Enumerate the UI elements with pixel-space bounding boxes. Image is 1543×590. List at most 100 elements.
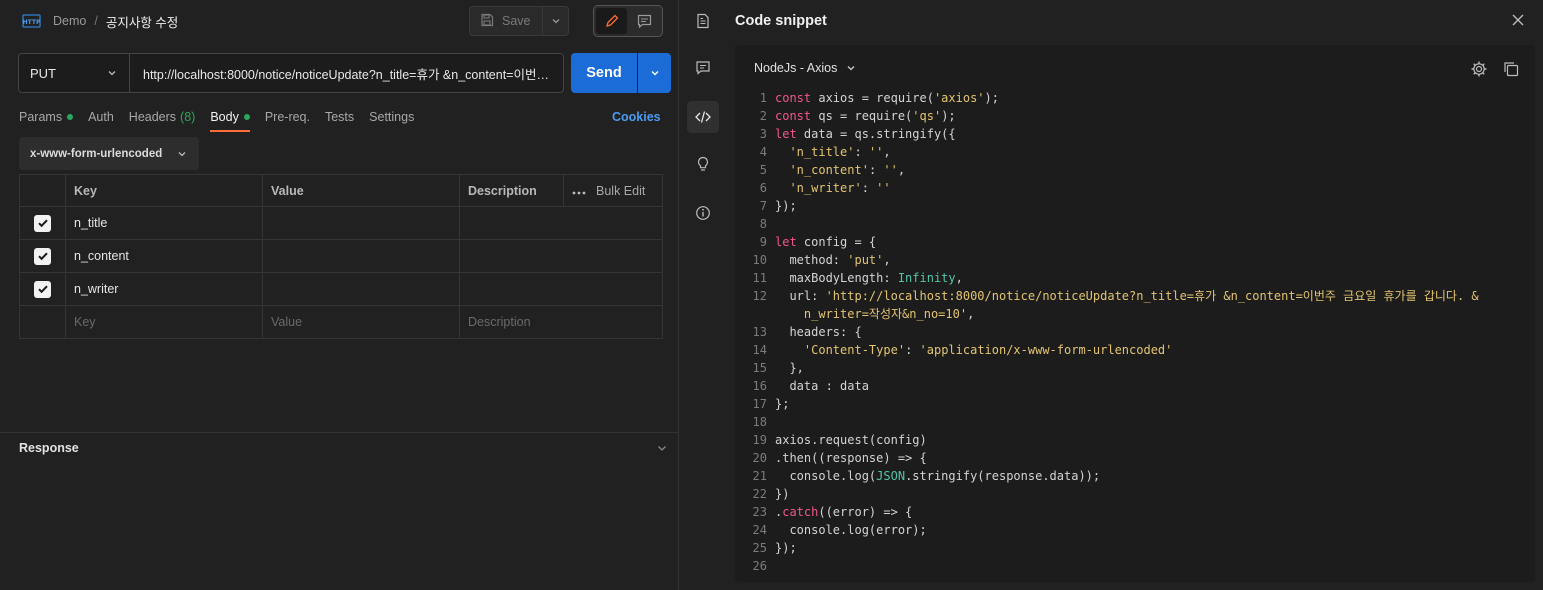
- code-token: '': [883, 163, 898, 177]
- tab-headers[interactable]: Headers (8): [129, 108, 196, 126]
- code-token: const: [775, 109, 812, 123]
- cookies-link[interactable]: Cookies: [612, 110, 661, 124]
- line-number: 3: [759, 127, 767, 141]
- new-value-input[interactable]: Value: [262, 305, 460, 339]
- code-line: 5 'n_content': '',: [751, 161, 1511, 179]
- tab-label: Params: [19, 110, 63, 124]
- code-line: 23 .catch((error) => {: [751, 503, 1511, 521]
- line-source: console.log(error);: [775, 521, 926, 539]
- chevron-down-icon[interactable]: [656, 442, 668, 457]
- code-line: 3 let data = qs.stringify({: [751, 125, 1511, 143]
- description-cell[interactable]: [459, 272, 663, 306]
- send-button[interactable]: Send: [571, 53, 637, 93]
- row-checkbox[interactable]: [34, 247, 51, 265]
- tab-tests[interactable]: Tests: [325, 108, 354, 126]
- gear-icon[interactable]: [1470, 60, 1488, 81]
- documentation-button[interactable]: [687, 5, 719, 37]
- line-number: 17: [752, 397, 767, 411]
- code-block[interactable]: 1 const axios = require('axios'); 2 const q…: [751, 89, 1511, 575]
- related-collections-button[interactable]: [687, 148, 719, 180]
- tab-label: Tests: [324, 110, 355, 124]
- line-number: 25: [752, 541, 767, 555]
- value-cell[interactable]: [262, 206, 460, 240]
- tab-pre-request[interactable]: Pre-req.: [265, 108, 310, 126]
- line-number: 18: [752, 415, 767, 429]
- line-source: const qs = require('qs');: [775, 107, 956, 125]
- code-token: ,: [955, 271, 963, 285]
- response-header[interactable]: Response: [19, 441, 79, 455]
- code-icon: [695, 111, 711, 123]
- code-token: },: [775, 361, 804, 375]
- key-cell[interactable]: n_writer: [65, 272, 263, 306]
- value-cell[interactable]: [262, 272, 460, 306]
- document-icon: [697, 13, 709, 29]
- code-token: console.log(: [775, 469, 877, 483]
- more-icon[interactable]: [572, 184, 586, 198]
- pencil-icon: [605, 14, 618, 27]
- key-cell[interactable]: n_content: [65, 239, 263, 273]
- bulk-edit-button[interactable]: Bulk Edit: [596, 184, 645, 198]
- value-cell[interactable]: [262, 239, 460, 273]
- description-cell[interactable]: [459, 239, 663, 273]
- save-options-button[interactable]: [542, 6, 569, 36]
- comments-button[interactable]: [687, 52, 719, 84]
- tab-body[interactable]: Body: [210, 108, 250, 132]
- tab-params[interactable]: Params: [19, 108, 74, 126]
- tab-auth[interactable]: Auth: [88, 108, 114, 126]
- code-line: 13 headers: {: [751, 323, 1511, 341]
- line-source: const axios = require('axios');: [775, 89, 999, 107]
- code-line: 11 maxBodyLength: Infinity,: [751, 269, 1511, 287]
- code-token: };: [775, 397, 790, 411]
- send-options-button[interactable]: [638, 53, 671, 93]
- table-row-new: Key Value Description: [19, 305, 663, 339]
- line-source: headers: {: [775, 323, 861, 341]
- code-token: 'n_title': [789, 145, 855, 159]
- line-source: });: [775, 539, 797, 557]
- line-number: 1: [759, 91, 767, 105]
- code-line: 15 },: [751, 359, 1511, 377]
- new-description-input[interactable]: Description: [459, 305, 663, 339]
- request-name[interactable]: 공지사항 수정: [106, 12, 178, 31]
- response-divider: [0, 432, 678, 433]
- save-button[interactable]: Save: [469, 6, 543, 36]
- check-icon: [37, 252, 48, 261]
- row-checkbox[interactable]: [34, 214, 51, 232]
- code-snippet-button[interactable]: [687, 101, 719, 133]
- breadcrumb-workspace[interactable]: Demo: [53, 14, 86, 28]
- comment-mode-button[interactable]: [629, 8, 660, 34]
- code-token: data = qs.stringify({: [796, 127, 956, 141]
- language-select[interactable]: NodeJs - Axios: [754, 61, 856, 75]
- line-source: 'n_writer': '': [775, 179, 891, 197]
- tab-label: Auth: [88, 110, 114, 124]
- row-checkbox[interactable]: [34, 280, 51, 298]
- url-input[interactable]: http://localhost:8000/notice/noticeUpdat…: [130, 54, 563, 92]
- description-cell[interactable]: [459, 206, 663, 240]
- body-type-select[interactable]: x-www-form-urlencoded: [19, 137, 199, 170]
- code-line: 10 method: 'put',: [751, 251, 1511, 269]
- key-cell[interactable]: n_title: [65, 206, 263, 240]
- code-token: Infinity: [897, 271, 956, 285]
- tab-settings[interactable]: Settings: [369, 108, 414, 126]
- new-key-input[interactable]: Key: [65, 305, 263, 339]
- close-icon[interactable]: [1510, 12, 1526, 31]
- code-token: const: [775, 91, 812, 105]
- line-source: .then((response) => {: [775, 449, 927, 467]
- line-source: 'n_title': '',: [775, 143, 890, 161]
- header-value: Value: [262, 174, 460, 207]
- row-checkbox-cell: [19, 272, 66, 306]
- code-line: 4 'n_title': '',: [751, 143, 1511, 161]
- copy-icon[interactable]: [1502, 60, 1520, 81]
- chevron-down-icon: [108, 71, 116, 76]
- code-token: '': [876, 181, 891, 195]
- line-number: 23: [752, 505, 767, 519]
- url-value: http://localhost:8000/notice/noticeUpdat…: [143, 67, 553, 82]
- code-line: 25});: [751, 539, 1511, 557]
- info-button[interactable]: [687, 197, 719, 229]
- edit-mode-button[interactable]: [596, 8, 627, 34]
- row-checkbox-cell: [19, 239, 66, 273]
- line-number: 7: [759, 199, 767, 213]
- chevron-down-icon: [651, 71, 658, 76]
- method-select[interactable]: PUT: [19, 54, 130, 92]
- code-line: 1 const axios = require('axios');: [751, 89, 1511, 107]
